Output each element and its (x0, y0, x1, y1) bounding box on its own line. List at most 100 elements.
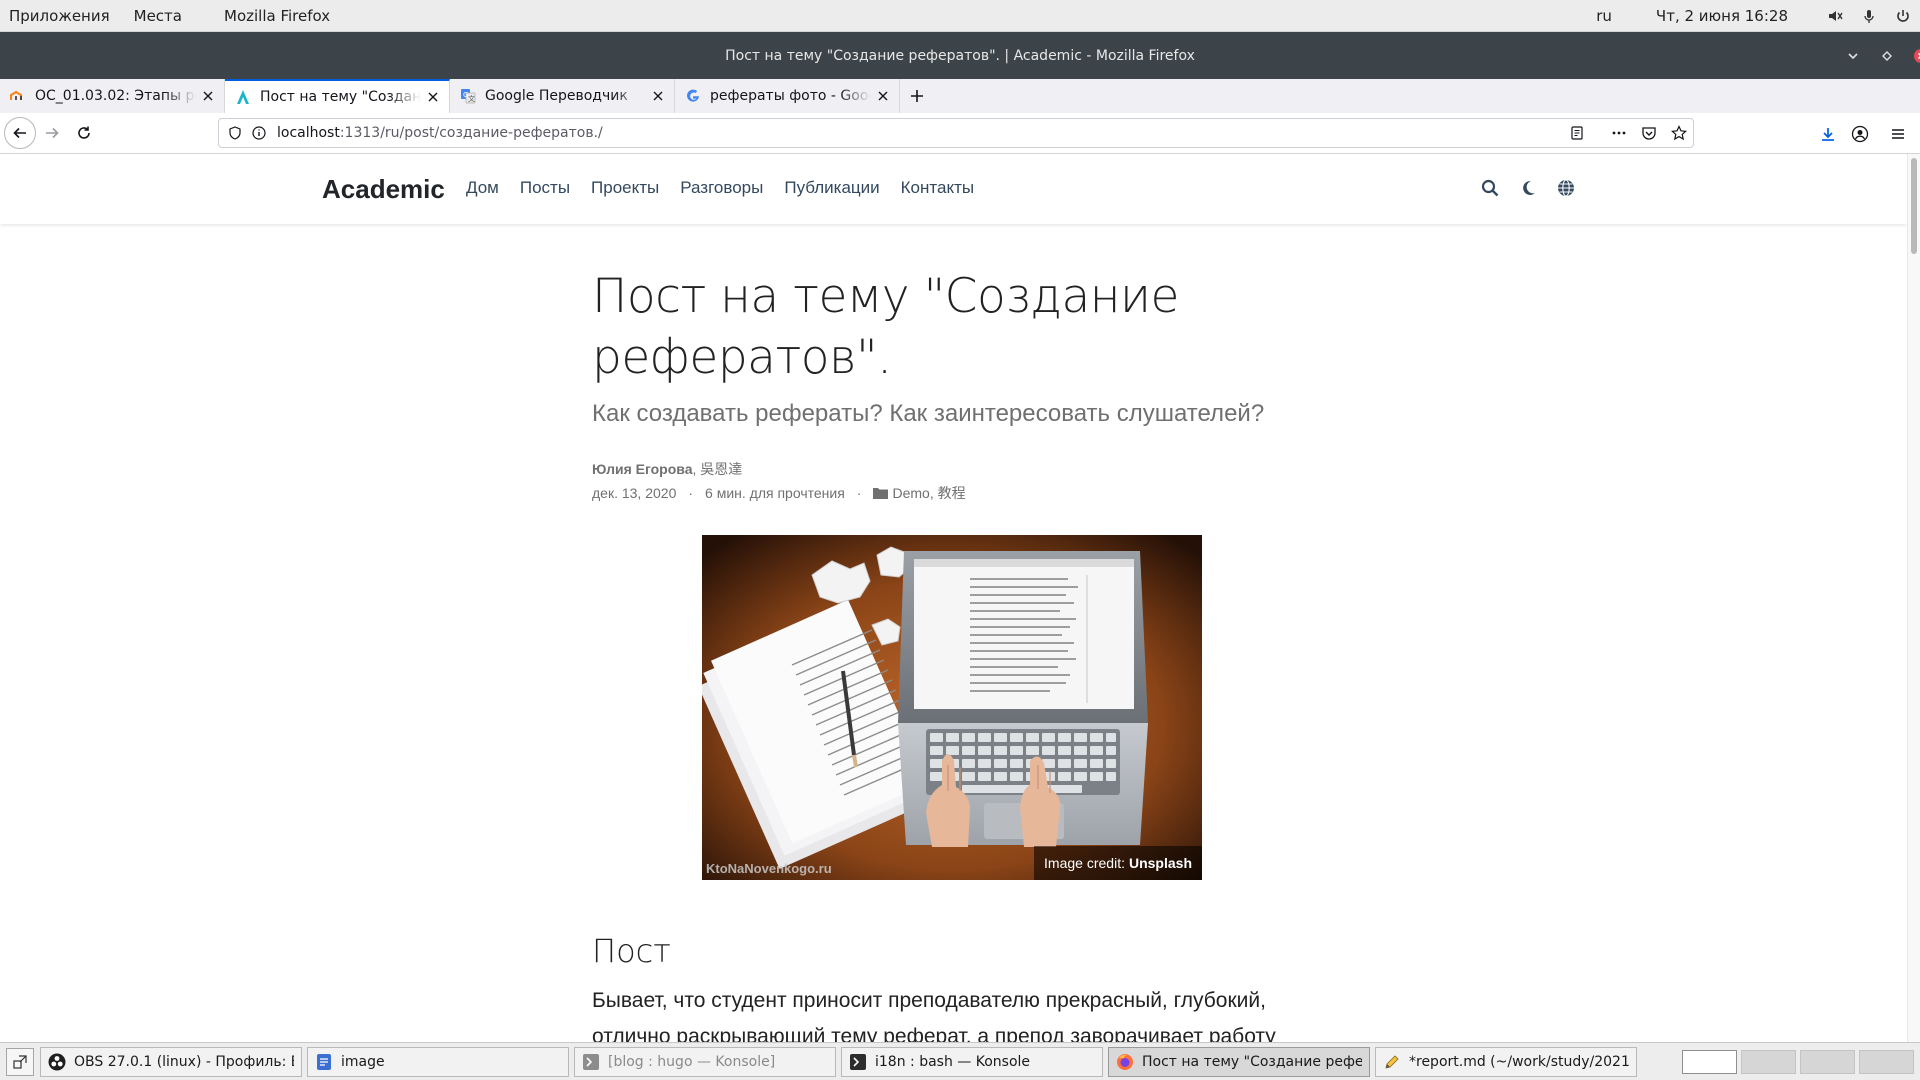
toolbar-right (1812, 113, 1920, 154)
downloads-button[interactable] (1812, 118, 1844, 150)
url-text[interactable]: localhost:1313/ru/post/создание-реферато… (277, 125, 603, 141)
close-tab-icon[interactable] (200, 88, 216, 104)
url-path: :1313/ru/post/создание-рефератов./ (339, 125, 603, 141)
moodle-icon (10, 88, 26, 104)
page-actions-icon[interactable] (1611, 125, 1627, 141)
menu-item-talks[interactable]: Разговоры (680, 178, 763, 198)
show-desktop-button[interactable] (6, 1047, 34, 1076)
maximize-icon[interactable] (1879, 48, 1895, 64)
task-image[interactable]: image (307, 1046, 569, 1077)
account-icon (1851, 125, 1869, 142)
minimize-icon[interactable] (1845, 48, 1861, 64)
power-icon[interactable] (1895, 8, 1911, 24)
reload-icon (78, 126, 90, 139)
google-icon (685, 88, 701, 104)
text-editor-icon (1383, 1053, 1401, 1071)
tab-google-translate[interactable]: G文 Google Переводчик (450, 79, 675, 113)
author-secondary[interactable]: , 吳恩達 (693, 461, 743, 477)
tracking-shield-icon[interactable] (227, 125, 243, 141)
laptop-papers-illustration (702, 535, 1202, 880)
reader-view-icon[interactable] (1569, 125, 1585, 141)
applications-menu[interactable]: Приложения (1, 7, 118, 25)
site-brand[interactable]: Academic (322, 174, 445, 205)
window-controls (1836, 32, 1920, 79)
close-tab-icon[interactable] (875, 88, 891, 104)
folder-icon (873, 487, 889, 499)
image-watermark: KtoNaNovenkogo.ru (706, 861, 832, 876)
places-menu[interactable]: Места (126, 7, 190, 25)
microphone-icon[interactable] (1861, 8, 1877, 24)
site-menu: Дом Посты Проекты Разговоры Публикации К… (466, 178, 995, 198)
task-obs[interactable]: OBS 27.0.1 (linux) - Профиль: Без... (40, 1046, 302, 1077)
show-desktop-icon (13, 1054, 27, 1069)
terminal-icon (849, 1053, 867, 1071)
arrow-right-icon (46, 127, 59, 139)
menu-item-contacts[interactable]: Контакты (901, 178, 974, 198)
bookmark-star-icon[interactable] (1671, 125, 1687, 141)
image-credit: Image credit: Unsplash (1034, 846, 1202, 880)
image-credit-link[interactable]: Unsplash (1129, 855, 1192, 871)
tab-moodle[interactable]: ОС_01.03.02: Этапы реализации (0, 79, 225, 113)
keyboard-layout[interactable]: ru (1596, 7, 1612, 25)
address-bar[interactable]: localhost:1313/ru/post/создание-реферато… (218, 118, 1694, 148)
clock[interactable]: Чт, 2 июня 16:28 (1656, 7, 1788, 25)
article-paragraph: Бывает, что студент приносит преподавате… (592, 989, 1276, 1042)
workspace-2[interactable] (1741, 1049, 1796, 1074)
workspace-pager (1678, 1049, 1914, 1074)
menu-item-posts[interactable]: Посты (520, 178, 570, 198)
site-nav-icons (1480, 178, 1594, 198)
task-label: Пост на тему "Создание реферат... (1142, 1053, 1362, 1070)
page-scrollbar[interactable] (1907, 154, 1920, 1042)
svg-text:文: 文 (468, 94, 475, 103)
close-tab-icon[interactable] (650, 88, 666, 104)
search-icon[interactable] (1480, 178, 1500, 198)
menu-item-publications[interactable]: Публикации (784, 178, 879, 198)
document-icon (315, 1053, 333, 1071)
back-button[interactable] (4, 117, 36, 149)
meta-separator: · (856, 485, 862, 501)
speaker-muted-icon[interactable] (1827, 8, 1843, 24)
article-subtitle: Как создавать рефераты? Как заинтересова… (592, 400, 1265, 427)
task-konsole-hugo[interactable]: [blog : hugo — Konsole] (574, 1046, 836, 1077)
globe-icon[interactable] (1556, 178, 1576, 198)
close-icon[interactable] (1913, 48, 1920, 64)
terminal-icon (582, 1053, 600, 1071)
menu-item-projects[interactable]: Проекты (591, 178, 659, 198)
menu-item-home[interactable]: Дом (466, 178, 499, 198)
meta-separator: · (688, 485, 694, 501)
task-label: *report.md (~/work/study/2021-2... (1409, 1053, 1629, 1070)
app-menu-button[interactable] (1882, 118, 1914, 150)
close-tab-icon[interactable] (425, 89, 441, 105)
tab-google-search[interactable]: рефераты фото - Google Search (675, 79, 900, 113)
download-icon (1822, 127, 1834, 141)
reload-button[interactable] (68, 117, 100, 149)
workspace-3[interactable] (1800, 1049, 1855, 1074)
window-titlebar[interactable]: Пост на тему "Создание рефератов". | Aca… (0, 32, 1920, 79)
featured-image: KtoNaNovenkogo.ru Image credit: Unsplash (702, 535, 1202, 880)
pocket-icon[interactable] (1641, 125, 1657, 141)
tab-label: Google Переводчик (485, 88, 628, 104)
article-title: Пост на тему "Создание рефератов". (592, 269, 1179, 385)
site-navbar: Academic Дом Посты Проекты Разговоры Пуб… (0, 154, 1907, 224)
account-button[interactable] (1844, 118, 1876, 150)
workspace-4[interactable] (1859, 1049, 1914, 1074)
tab-strip: ОС_01.03.02: Этапы реализации Пост на те… (0, 79, 1920, 113)
new-tab-button[interactable] (900, 79, 934, 113)
task-firefox[interactable]: Пост на тему "Создание реферат... (1108, 1046, 1370, 1077)
tab-label: рефераты фото - Google Search (710, 88, 871, 104)
scrollbar-thumb[interactable] (1911, 158, 1917, 254)
tab-label: Пост на тему "Создание рефератов". (260, 89, 421, 105)
task-konsole-bash[interactable]: i18n : bash — Konsole (841, 1046, 1103, 1077)
article-categories[interactable]: Demo, 教程 (892, 483, 965, 503)
forward-button[interactable] (36, 117, 68, 149)
section-heading: Пост (592, 932, 671, 970)
workspace-1[interactable] (1682, 1049, 1737, 1074)
window-title: Пост на тему "Создание рефератов". | Aca… (725, 47, 1195, 64)
active-window-name[interactable]: Mozilla Firefox (216, 7, 338, 25)
moon-icon[interactable] (1518, 178, 1538, 198)
author-link[interactable]: Юлия Егорова (592, 461, 693, 477)
task-report-md[interactable]: *report.md (~/work/study/2021-2... (1375, 1046, 1637, 1077)
page-viewport[interactable]: Academic Дом Посты Проекты Разговоры Пуб… (0, 154, 1907, 1042)
tab-academic-post[interactable]: Пост на тему "Создание рефератов". (225, 79, 450, 113)
site-info-icon[interactable] (251, 125, 267, 141)
